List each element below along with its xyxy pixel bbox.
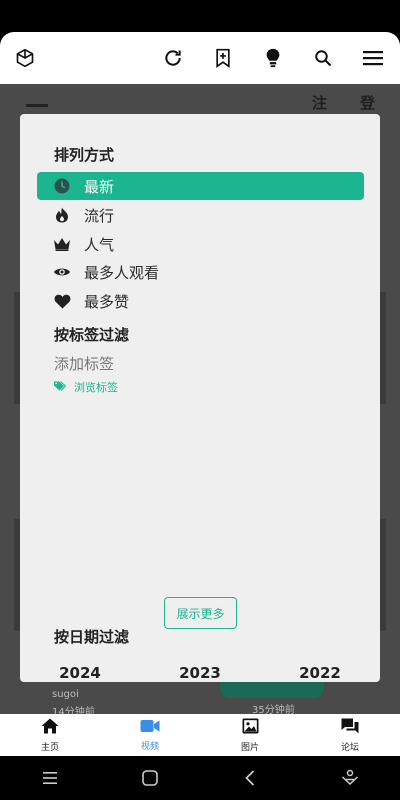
heart-icon bbox=[53, 292, 71, 310]
video-icon bbox=[140, 718, 160, 737]
browse-tags-label: 浏览标签 bbox=[74, 381, 118, 394]
cube-icon[interactable] bbox=[12, 45, 38, 71]
browser-toolbar bbox=[0, 32, 400, 84]
fire-icon bbox=[53, 206, 71, 224]
year-option-2022[interactable]: 2022 bbox=[260, 664, 380, 682]
back-icon[interactable] bbox=[238, 766, 262, 790]
clock-icon bbox=[53, 177, 71, 195]
sort-option-label: 最新 bbox=[84, 177, 115, 196]
recent-apps-icon[interactable] bbox=[38, 766, 62, 790]
bottom-navigation: 主页 视频 图片 论坛 bbox=[0, 714, 400, 756]
nav-videos[interactable]: 视频 bbox=[100, 714, 200, 756]
sort-option-label: 人气 bbox=[84, 235, 115, 254]
sort-option-newest[interactable]: 最新 bbox=[37, 172, 364, 200]
sort-title: 排列方式 bbox=[54, 146, 115, 164]
menu-icon[interactable] bbox=[360, 45, 386, 71]
sort-option-most-liked[interactable]: 最多赞 bbox=[37, 287, 364, 315]
crown-icon bbox=[53, 235, 71, 253]
show-more-button[interactable]: 展示更多 bbox=[164, 597, 237, 629]
header-link: 注 bbox=[312, 94, 328, 112]
year-option-2024[interactable]: 2024 bbox=[20, 664, 140, 682]
refresh-icon[interactable] bbox=[160, 45, 186, 71]
sort-option-popular[interactable]: 人气 bbox=[37, 230, 364, 258]
nav-label: 主页 bbox=[40, 742, 59, 753]
year-option-2023[interactable]: 2023 bbox=[140, 664, 260, 682]
sort-option-label: 最多人观看 bbox=[84, 263, 160, 282]
nav-label: 视频 bbox=[140, 742, 159, 752]
nav-home[interactable]: 主页 bbox=[0, 714, 100, 756]
add-tag-input[interactable]: 添加标签 bbox=[54, 353, 114, 374]
eye-icon bbox=[53, 263, 71, 281]
lightbulb-icon[interactable] bbox=[260, 45, 286, 71]
tags-icon bbox=[54, 380, 67, 394]
browse-tags-link[interactable]: 浏览标签 bbox=[54, 379, 118, 395]
assistant-icon[interactable] bbox=[338, 766, 362, 790]
nav-label: 图片 bbox=[240, 742, 259, 753]
bookmark-add-icon[interactable] bbox=[210, 45, 236, 71]
sort-option-label: 流行 bbox=[84, 206, 115, 225]
year-list: 2024 2023 2022 bbox=[20, 664, 380, 682]
author-name: sugoi bbox=[52, 689, 79, 700]
item-time: 14分钟前 bbox=[52, 707, 95, 714]
date-filter-title: 按日期过滤 bbox=[54, 628, 130, 646]
tag-filter-title: 按标签过滤 bbox=[54, 326, 130, 344]
filter-dialog: 排列方式 最新 流行 人气 最多人观看 最多赞 按标签过滤 添加标签 浏览标签 … bbox=[20, 114, 380, 682]
search-icon[interactable] bbox=[310, 45, 336, 71]
system-navigation bbox=[0, 756, 400, 800]
forum-icon bbox=[341, 718, 359, 738]
nav-forum[interactable]: 论坛 bbox=[300, 714, 400, 756]
nav-label: 论坛 bbox=[340, 742, 359, 753]
image-icon bbox=[242, 718, 259, 738]
home-button-icon[interactable] bbox=[138, 766, 162, 790]
nav-images[interactable]: 图片 bbox=[200, 714, 300, 756]
status-bar bbox=[0, 0, 400, 32]
sort-option-label: 最多赞 bbox=[84, 292, 130, 311]
item-time: 35分钟前 bbox=[252, 705, 295, 714]
sort-option-trending[interactable]: 流行 bbox=[37, 201, 364, 229]
header-link: 登 bbox=[360, 94, 376, 112]
sort-option-most-viewed[interactable]: 最多人观看 bbox=[37, 258, 364, 286]
home-icon bbox=[41, 718, 59, 738]
